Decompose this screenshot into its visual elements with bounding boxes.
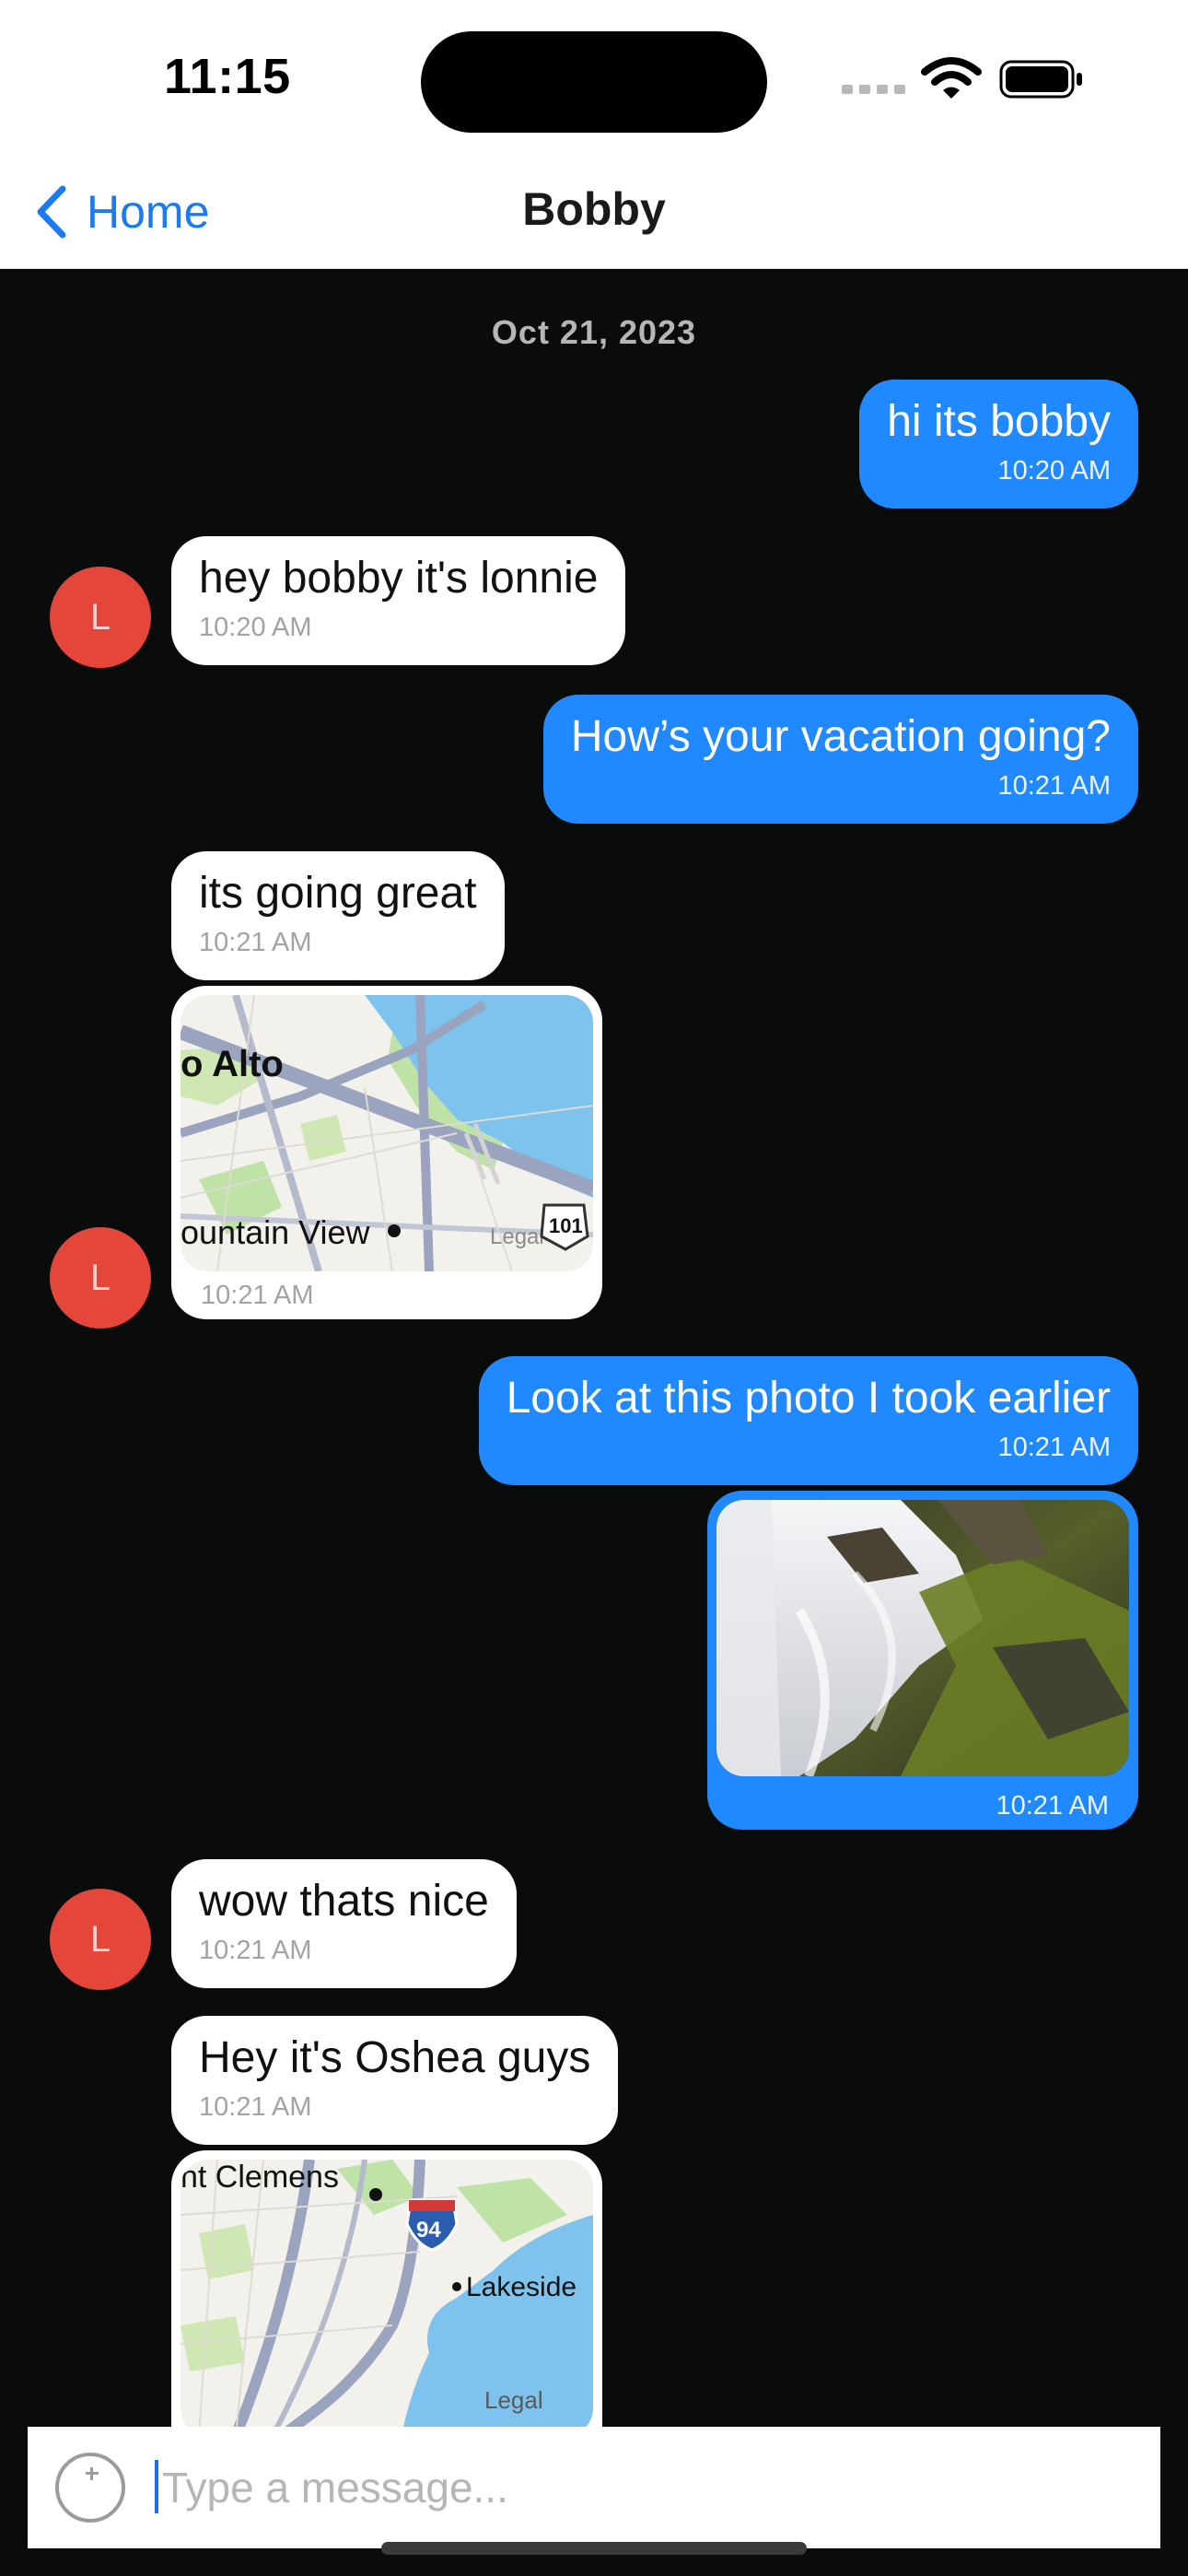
message-time: 10:20 AM: [997, 456, 1111, 486]
message-text: hey bobby it's lonnie: [199, 554, 599, 603]
map-legal-link[interactable]: Legal: [490, 1224, 544, 1249]
outgoing-message[interactable]: How’s your vacation going? 10:21 AM: [542, 695, 1138, 824]
map-label: Lakeside: [466, 2272, 577, 2302]
message-list[interactable]: Oct 21, 2023 hi its bobby 10:20 AM L hey…: [0, 269, 1188, 2576]
page-title: Bobby: [522, 183, 666, 235]
date-separator: Oct 21, 2023: [491, 313, 697, 351]
battery-icon: [999, 60, 1082, 99]
message-text: Hey it's Oshea guys: [199, 2033, 591, 2082]
avatar-initial: L: [89, 1257, 111, 1298]
avatar-initial: L: [89, 1918, 111, 1960]
photo-preview[interactable]: [716, 1500, 1129, 1776]
incoming-message[interactable]: wow thats nice 10:21 AM: [171, 1859, 517, 1988]
incoming-message[interactable]: Hey it's Oshea guys 10:21 AM: [171, 2016, 619, 2145]
message-time: 10:21 AM: [997, 771, 1111, 802]
map-image: o Alto ountain View Legal 101: [181, 995, 593, 1271]
avatar[interactable]: L: [50, 567, 151, 668]
message-time: 10:20 AM: [199, 613, 312, 643]
message-text: hi its bobby: [887, 397, 1111, 446]
status-bar: 11:15: [0, 0, 1188, 157]
message-text: wow thats nice: [199, 1877, 489, 1926]
message-time: 10:21 AM: [996, 1791, 1109, 1821]
message-text: Look at this photo I took earlier: [506, 1374, 1111, 1423]
status-time: 11:15: [164, 49, 291, 104]
message-time: 10:21 AM: [199, 1936, 312, 1966]
avatar-initial: L: [89, 596, 111, 638]
waterfall-photo: [716, 1500, 1129, 1776]
map-label: ountain View: [181, 1213, 370, 1251]
message-time: 10:21 AM: [199, 2092, 312, 2123]
highway-shield: 94: [416, 2218, 441, 2242]
dynamic-island: [421, 31, 767, 133]
map-image: nt Clemens 94 Lakeside Legal: [181, 2160, 593, 2436]
map-preview[interactable]: o Alto ountain View Legal 101: [181, 995, 593, 1271]
avatar[interactable]: L: [50, 1227, 151, 1329]
map-preview[interactable]: nt Clemens 94 Lakeside Legal: [181, 2160, 593, 2436]
map-legal-link[interactable]: Legal: [484, 2386, 543, 2414]
message-text: How’s your vacation going?: [570, 712, 1111, 761]
highway-shield: 101: [549, 1214, 583, 1237]
message-time: 10:21 AM: [199, 928, 312, 958]
incoming-message[interactable]: its going great 10:21 AM: [171, 851, 505, 980]
outgoing-photo-message[interactable]: 10:21 AM: [707, 1491, 1138, 1830]
incoming-message[interactable]: hey bobby it's lonnie 10:20 AM: [171, 536, 626, 665]
incoming-location-message[interactable]: o Alto ountain View Legal 101 10:21 AM: [171, 986, 602, 1319]
text-caret: [155, 2460, 158, 2513]
outgoing-message[interactable]: hi its bobby 10:20 AM: [859, 380, 1138, 509]
home-indicator[interactable]: [381, 2542, 807, 2555]
add-attachment-button[interactable]: [55, 2453, 125, 2523]
navigation-bar: Home Bobby: [0, 157, 1188, 269]
map-label: o Alto: [181, 1044, 284, 1084]
message-time: 10:21 AM: [201, 1281, 314, 1310]
message-text: its going great: [199, 869, 477, 918]
outgoing-message[interactable]: Look at this photo I took earlier 10:21 …: [478, 1356, 1138, 1485]
cellular-signal-icon: [842, 85, 905, 94]
message-composer: [28, 2427, 1160, 2548]
message-time: 10:21 AM: [997, 1433, 1111, 1463]
message-input[interactable]: [162, 2454, 1129, 2521]
map-label: nt Clemens: [181, 2160, 339, 2195]
avatar[interactable]: L: [50, 1889, 151, 1990]
wifi-icon: [921, 57, 982, 99]
